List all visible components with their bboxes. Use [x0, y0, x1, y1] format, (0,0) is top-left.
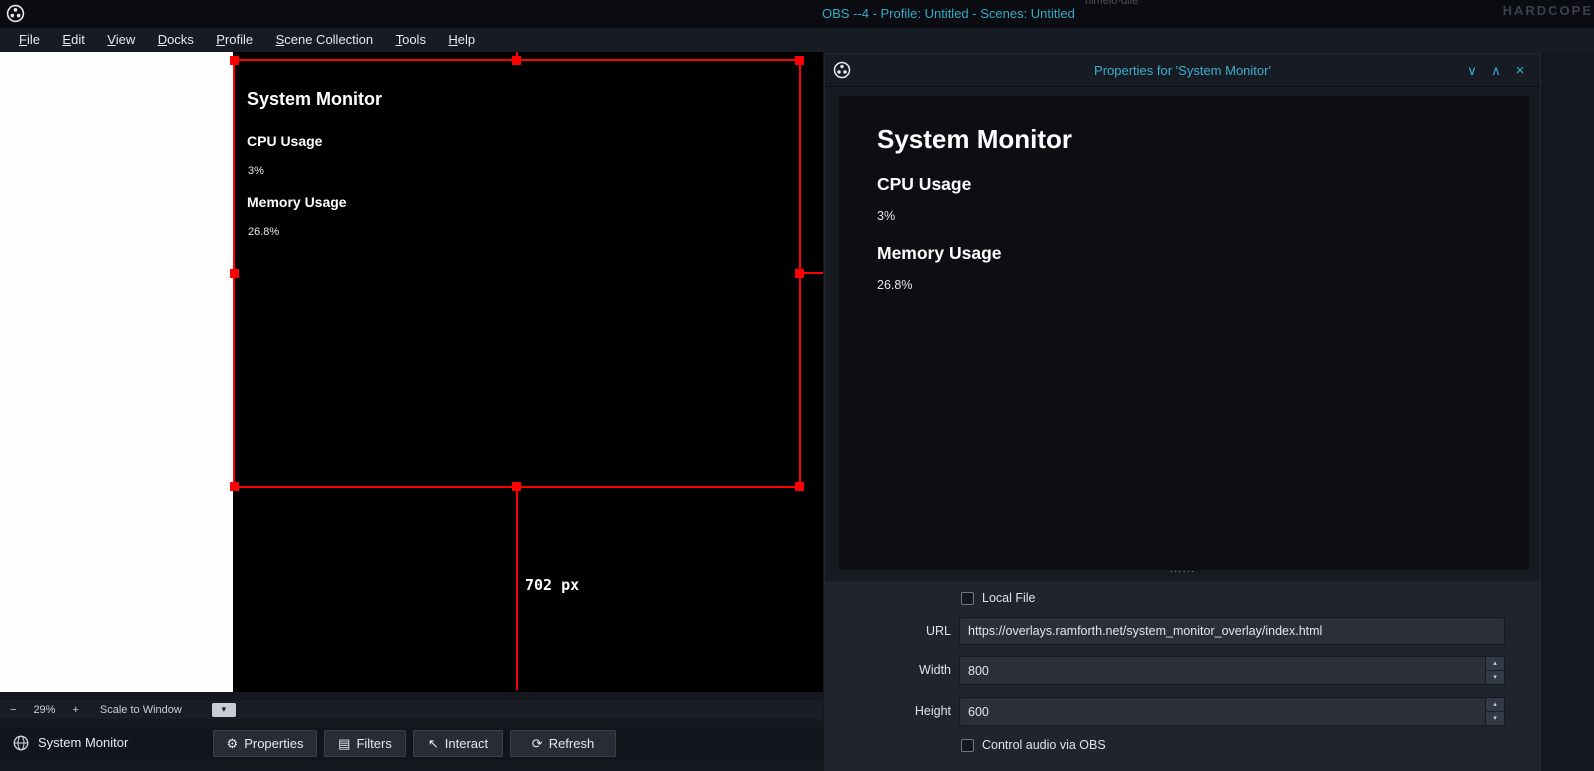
zoom-in-button[interactable]: + [72, 704, 78, 716]
properties-button[interactable]: ⚙ Properties [213, 730, 317, 757]
window-title: OBS --4 - Profile: Untitled - Scenes: Un… [822, 6, 1075, 21]
dock-float-icon[interactable]: ∧ [1484, 54, 1508, 87]
browser-source-icon [12, 734, 30, 752]
filters-icon: ▤ [338, 737, 350, 750]
selection-handle-top-left[interactable] [230, 56, 239, 65]
url-field-wrap [959, 617, 1505, 645]
guide-line-right [802, 272, 823, 274]
properties-header[interactable]: Properties for 'System Monitor' ∨ ∧ × [825, 54, 1540, 87]
refresh-icon: ⟳ [532, 737, 543, 750]
preview-memory-label: Memory Usage [877, 243, 1002, 264]
properties-button-label: Properties [244, 736, 303, 751]
interact-button-label: Interact [445, 736, 488, 751]
obs-logo-icon [6, 4, 25, 23]
selection-handle-middle-left[interactable] [230, 269, 239, 278]
properties-dock: Properties for 'System Monitor' ∨ ∧ × Sy… [824, 53, 1541, 771]
menu-file[interactable]: File [10, 28, 49, 52]
title-bar: OBS --4 - Profile: Untitled - Scenes: Un… [0, 0, 1594, 28]
height-spin-up-icon[interactable]: ▴ [1485, 698, 1504, 712]
local-file-label: Local File [982, 591, 1036, 605]
height-input[interactable] [959, 697, 1505, 726]
zoom-out-button[interactable]: − [10, 704, 16, 716]
width-label: Width [865, 663, 951, 677]
menu-view[interactable]: View [98, 28, 144, 52]
gear-icon: ⚙ [227, 737, 239, 750]
properties-preview[interactable]: System Monitor CPU Usage 3% Memory Usage… [839, 96, 1529, 570]
zoom-bar: − 29% + Scale to Window ▾ [0, 700, 823, 719]
menu-tools[interactable]: Tools [387, 28, 435, 52]
width-spinner: ▴ ▾ [1485, 657, 1504, 684]
menu-help[interactable]: Help [439, 28, 484, 52]
properties-title: Properties for 'System Monitor' [825, 54, 1540, 87]
preview-cpu-label: CPU Usage [877, 174, 971, 195]
scale-dropdown-button[interactable]: ▾ [212, 703, 236, 717]
height-spinner: ▴ ▾ [1485, 698, 1504, 725]
filters-button-label: Filters [356, 736, 391, 751]
source-bar: System Monitor ⚙ Properties ▤ Filters ↖ … [0, 727, 823, 760]
height-dimension-label: 702 px [525, 576, 579, 594]
width-spin-down-icon[interactable]: ▾ [1485, 671, 1504, 685]
preview-canvas[interactable]: System Monitor CPU Usage 3% Memory Usage… [233, 52, 823, 692]
scale-to-window-select[interactable]: Scale to Window [100, 704, 182, 716]
preview-memory-value: 26.8% [877, 278, 912, 292]
refresh-button-label: Refresh [549, 736, 595, 751]
menu-edit[interactable]: Edit [53, 28, 93, 52]
interact-button[interactable]: ↖ Interact [413, 730, 503, 757]
refresh-button[interactable]: ⟳ Refresh [510, 730, 616, 757]
menu-docks[interactable]: Docks [149, 28, 203, 52]
selection-rect[interactable] [233, 59, 801, 488]
menu-scene-collection[interactable]: Scene Collection [267, 28, 383, 52]
local-file-checkbox[interactable] [961, 592, 974, 605]
zoom-level: 29% [33, 704, 55, 716]
control-audio-checkbox[interactable] [961, 739, 974, 752]
selection-handle-bottom-left[interactable] [230, 482, 239, 491]
width-spin-up-icon[interactable]: ▴ [1485, 657, 1504, 671]
height-guide-line [516, 488, 518, 690]
watermark-right-text: HARDCOPE [1503, 3, 1593, 18]
control-audio-label: Control audio via OBS [982, 738, 1106, 752]
url-label: URL [865, 624, 951, 638]
menu-bar: File Edit View Docks Profile Scene Colle… [0, 28, 1594, 52]
close-icon[interactable]: × [1508, 54, 1532, 87]
height-spin-down-icon[interactable]: ▾ [1485, 712, 1504, 726]
filters-button[interactable]: ▤ Filters [324, 730, 406, 757]
width-input[interactable] [959, 656, 1505, 685]
source-name[interactable]: System Monitor [38, 735, 128, 750]
width-field-wrap: ▴ ▾ [959, 656, 1505, 685]
preview-overlay-title: System Monitor [877, 124, 1072, 155]
preview-empty-area[interactable] [0, 52, 233, 692]
watermark-top-text: himeio-dile [1085, 0, 1138, 7]
preview-cpu-value: 3% [877, 209, 895, 223]
dock-collapse-icon[interactable]: ∨ [1460, 54, 1484, 87]
dropdown-arrow-icon: ▾ [222, 704, 227, 715]
height-label: Height [865, 704, 951, 718]
menu-profile[interactable]: Profile [207, 28, 262, 52]
url-input[interactable] [959, 617, 1505, 645]
selection-handle-bottom-right[interactable] [795, 482, 804, 491]
splitter-handle[interactable]: ······ [825, 566, 1540, 577]
height-field-wrap: ▴ ▾ [959, 697, 1505, 726]
selection-handle-top-right[interactable] [795, 56, 804, 65]
cursor-icon: ↖ [428, 737, 439, 750]
guide-tick-top [516, 52, 518, 60]
obs-window: OBS --4 - Profile: Untitled - Scenes: Un… [0, 0, 1594, 771]
